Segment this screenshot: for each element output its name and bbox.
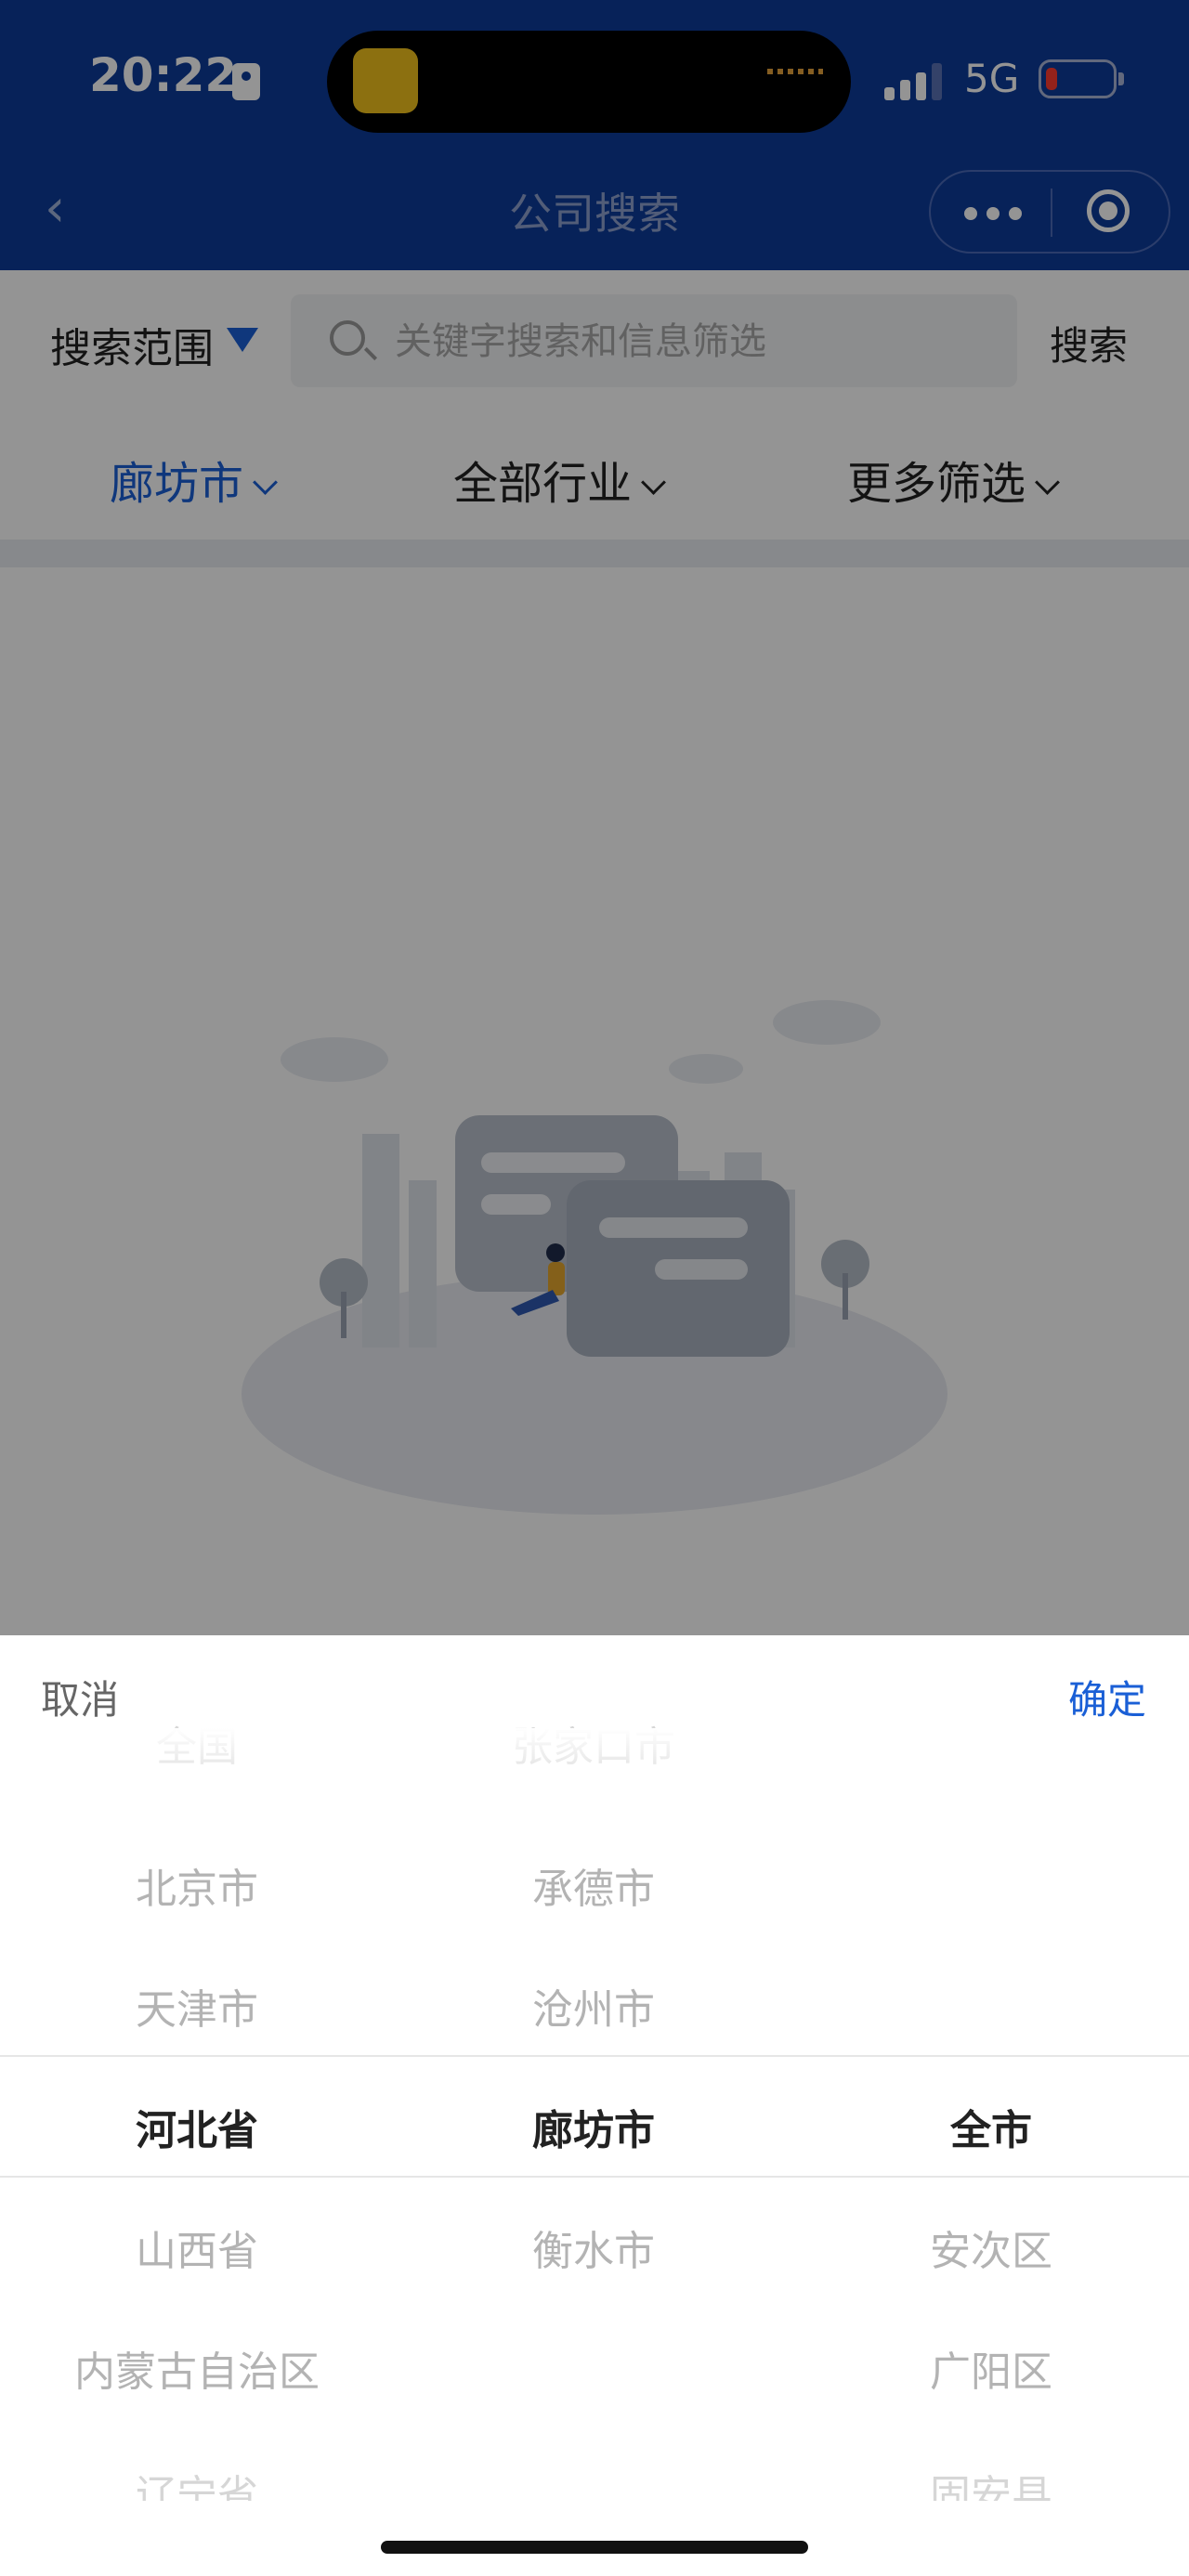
picker-option[interactable]: 山西省 [0, 2219, 394, 2284]
picker-option[interactable]: 天津市 [0, 1978, 394, 2043]
picker-option[interactable]: 北京市 [0, 1857, 394, 1922]
picker-option[interactable]: 辽宁省 [0, 2464, 394, 2501]
picker-option[interactable]: 沧州市 [394, 1978, 793, 2043]
home-indicator[interactable] [381, 2541, 808, 2554]
region-picker-sheet: 取消 确定 全国 北京市 天津市 河北省 山西省 内蒙古自治区 辽宁省 张家口市… [0, 1635, 1189, 2576]
city-wheel[interactable]: 张家口市 承德市 沧州市 廊坊市 衡水市 [394, 1724, 793, 2462]
district-wheel[interactable]: 全市 安次区 广阳区 固安县 [793, 1756, 1189, 2501]
picker-option-selected[interactable]: 廊坊市 [394, 2099, 793, 2164]
picker-option[interactable]: 衡水市 [394, 2219, 793, 2284]
picker-fade-top [0, 1728, 1189, 1793]
picker-option[interactable]: 承德市 [394, 1857, 793, 1922]
picker-option[interactable]: 安次区 [793, 2219, 1189, 2284]
confirm-button[interactable]: 确定 [1068, 1669, 1146, 1725]
picker-option[interactable]: 固安县 [793, 2464, 1189, 2501]
picker-option-selected[interactable]: 全市 [793, 2099, 1189, 2164]
province-wheel[interactable]: 全国 北京市 天津市 河北省 山西省 内蒙古自治区 辽宁省 [0, 1724, 394, 2501]
picker-option-selected[interactable]: 河北省 [0, 2099, 394, 2164]
picker-option[interactable]: 内蒙古自治区 [0, 2340, 394, 2405]
picker-option[interactable]: 广阳区 [793, 2340, 1189, 2405]
modal-overlay[interactable] [0, 0, 1189, 1635]
